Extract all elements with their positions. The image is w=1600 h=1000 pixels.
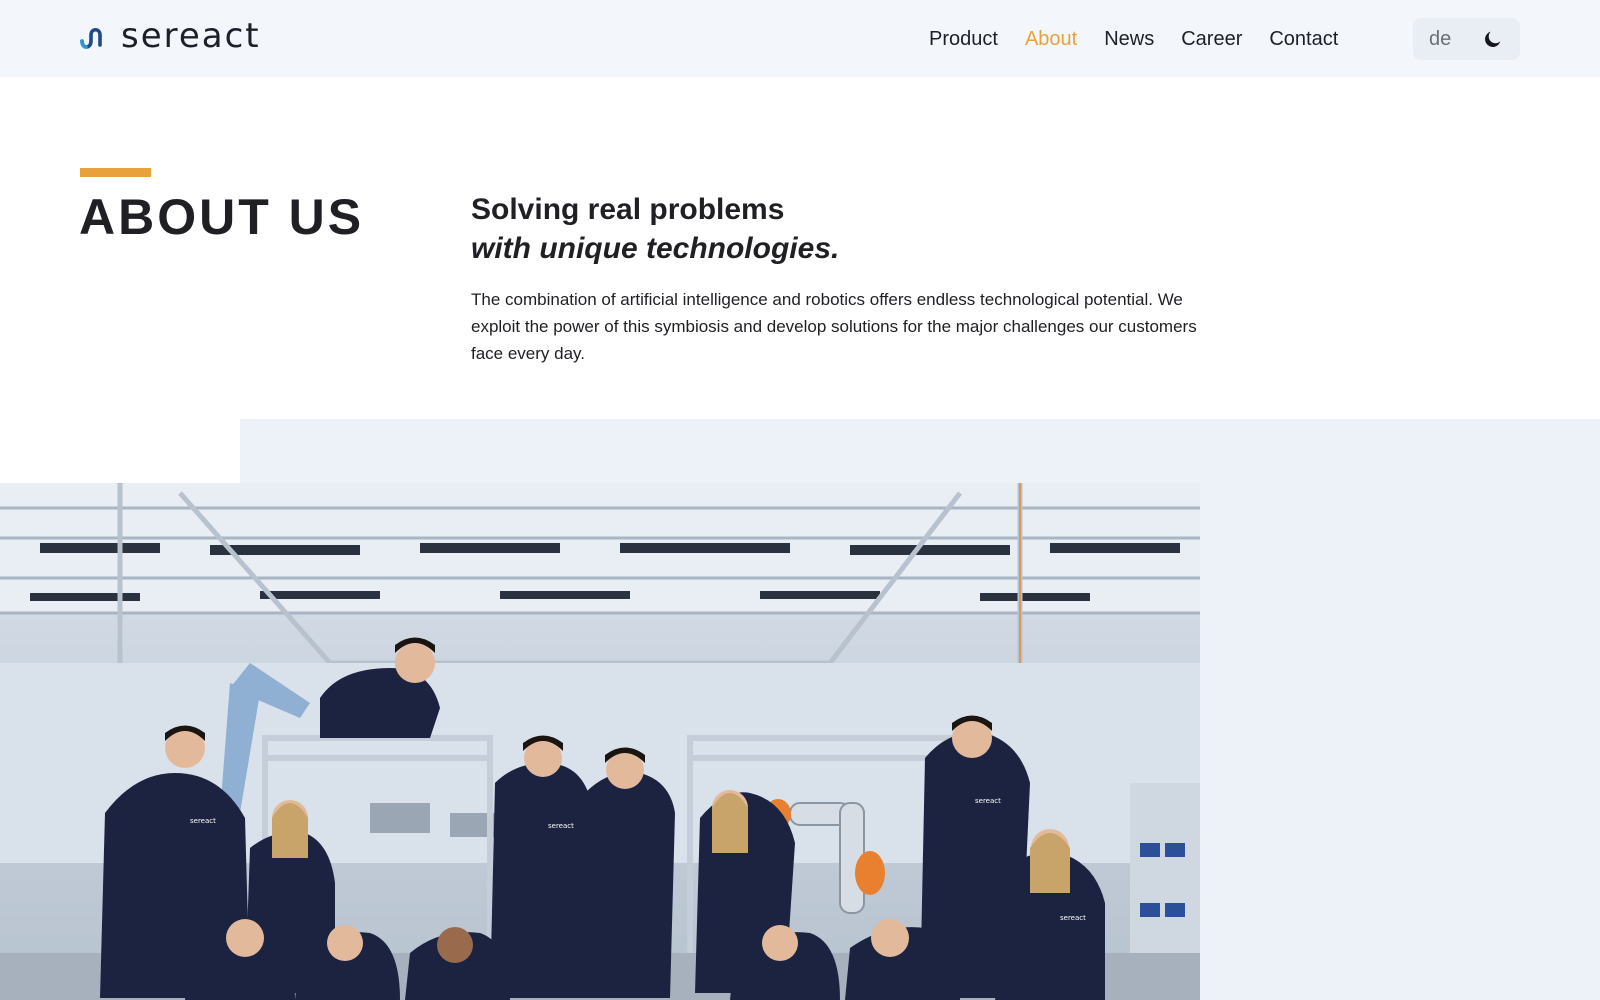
main-nav: Product About News Career Contact — [929, 24, 1365, 54]
hoodie-print: sereact — [1060, 914, 1086, 922]
headline-line-1: Solving real problems — [471, 193, 785, 226]
team-photo: sereact sereact sereact sereact — [0, 483, 1200, 1000]
hoodie-print: sereact — [548, 822, 574, 830]
sereact-logo-icon — [80, 27, 102, 49]
language-switch[interactable]: de — [1429, 28, 1451, 51]
logo-text: sereact — [121, 16, 261, 56]
headline-line-2: with unique technologies. — [471, 232, 840, 265]
hero-headline: Solving real problems with unique techno… — [471, 190, 839, 268]
page-title: ABOUT US — [79, 189, 365, 245]
hero-description: The combination of artificial intelligen… — [471, 290, 1197, 363]
nav-about[interactable]: About — [1025, 24, 1077, 54]
site-header: sereact Product About News Career Contac… — [0, 0, 1600, 77]
nav-career[interactable]: Career — [1181, 24, 1242, 54]
header-controls: de — [1413, 18, 1520, 60]
title-accent-bar — [80, 168, 151, 177]
team-photo-illustration: sereact sereact sereact sereact — [0, 483, 1200, 1000]
nav-product[interactable]: Product — [929, 24, 998, 54]
moon-icon[interactable] — [1482, 28, 1504, 50]
hoodie-print: sereact — [975, 797, 1001, 805]
logo-link[interactable]: sereact — [79, 16, 261, 56]
nav-contact[interactable]: Contact — [1269, 24, 1338, 54]
nav-news[interactable]: News — [1104, 24, 1154, 54]
hoodie-print: sereact — [190, 817, 216, 825]
